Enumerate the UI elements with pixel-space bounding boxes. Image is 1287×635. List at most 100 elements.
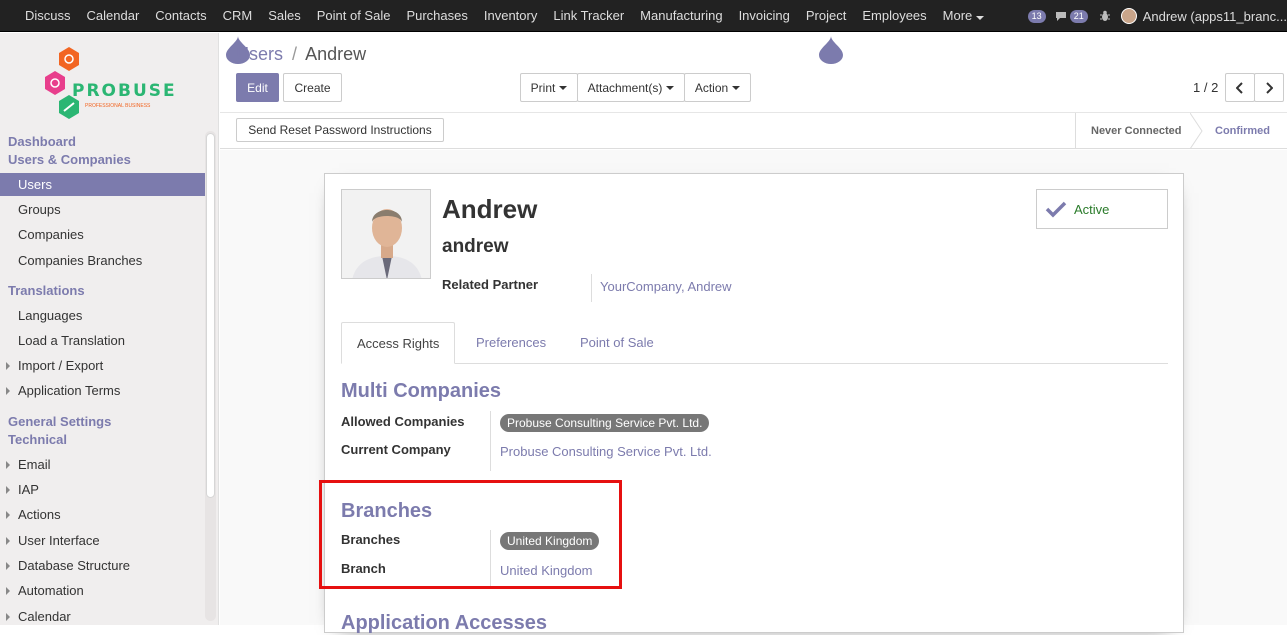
action-button[interactable]: Action [684, 73, 751, 102]
sidebar-item-label: User Interface [18, 533, 100, 548]
sidebar-technical[interactable]: Technical [8, 432, 67, 447]
form-statusbar: Send Reset Password Instructions Never C… [220, 112, 1287, 149]
sidebar-item-label: Calendar [18, 609, 71, 624]
chevron-right-icon [6, 362, 10, 370]
chevron-right-icon [6, 461, 10, 469]
user-menu[interactable]: Andrew (apps11_branc... [1120, 8, 1287, 24]
pager-previous-button[interactable] [1225, 73, 1255, 102]
sidebar-item-iap[interactable]: IAP [0, 478, 205, 501]
sidebar-item-groups[interactable]: Groups [0, 198, 205, 221]
sidebar-item-companies-branches[interactable]: Companies Branches [0, 249, 205, 272]
menu-point-of-sale[interactable]: Point of Sale [309, 0, 399, 32]
attachments-button[interactable]: Attachment(s) [577, 73, 685, 102]
active-label: Active [1074, 202, 1110, 217]
sidebar-item-automation[interactable]: Automation [0, 579, 205, 602]
user-login: andrew [442, 236, 509, 257]
sidebar-item-label: Application Terms [18, 383, 121, 398]
app-menu: Discuss Calendar Contacts CRM Sales Poin… [0, 0, 992, 32]
menu-invoicing[interactable]: Invoicing [731, 0, 798, 32]
sidebar-users-companies[interactable]: Users & Companies [8, 152, 131, 167]
menu-contacts[interactable]: Contacts [147, 0, 214, 32]
attachments-label: Attachment(s) [587, 80, 663, 95]
sidebar-item-label: Automation [18, 583, 84, 598]
sidebar-scrollbar[interactable] [205, 131, 216, 621]
create-button[interactable]: Create [283, 73, 342, 102]
sidebar-item-label: Import / Export [18, 358, 104, 373]
breadcrumb-users[interactable]: Users [236, 44, 283, 64]
sidebar-translations[interactable]: Translations [8, 283, 85, 298]
sidebar-item-users[interactable]: Users [0, 173, 205, 196]
menu-manufacturing[interactable]: Manufacturing [632, 0, 730, 32]
menu-project[interactable]: Project [798, 0, 854, 32]
chevron-left-icon [1236, 81, 1243, 94]
messages-badge[interactable]: 21 [1069, 9, 1088, 23]
avatar [1120, 8, 1137, 24]
company-logo[interactable]: PROBUSE PROFESSIONAL BUSINESS [43, 45, 183, 121]
sidebar-item-database-structure[interactable]: Database Structure [0, 554, 205, 577]
chevron-right-icon [6, 613, 10, 621]
chevron-down-icon [732, 85, 741, 90]
reset-password-button[interactable]: Send Reset Password Instructions [236, 118, 444, 142]
tab-point-of-sale[interactable]: Point of Sale [565, 322, 669, 364]
bug-icon[interactable] [1099, 10, 1111, 22]
chat-icon[interactable] [1055, 11, 1067, 22]
user-name: Andrew (apps11_branc... [1142, 8, 1287, 24]
menu-more[interactable]: More [935, 0, 993, 32]
sidebar-item-application-terms[interactable]: Application Terms [0, 379, 205, 402]
field-divider [591, 274, 592, 302]
menu-calendar[interactable]: Calendar [79, 0, 148, 32]
form-tabs: Access Rights Preferences Point of Sale [341, 322, 1168, 364]
related-partner-link[interactable]: YourCompany, Andrew [600, 279, 732, 294]
menu-link-tracker[interactable]: Link Tracker [545, 0, 632, 32]
sidebar-item-import-export[interactable]: Import / Export [0, 354, 205, 377]
edit-button[interactable]: Edit [236, 73, 279, 102]
chevron-down-icon [559, 85, 568, 90]
sidebar-dashboard[interactable]: Dashboard [8, 134, 76, 149]
chevron-right-icon [6, 511, 10, 519]
menu-crm[interactable]: CRM [215, 0, 261, 32]
menu-employees[interactable]: Employees [854, 0, 934, 32]
stage-arrow [1190, 113, 1203, 149]
chevron-right-icon [6, 562, 10, 570]
sidebar-item-load-translation[interactable]: Load a Translation [0, 329, 205, 352]
print-button[interactable]: Print [520, 73, 578, 102]
chevron-right-icon [6, 587, 10, 595]
menu-inventory[interactable]: Inventory [476, 0, 545, 32]
tab-access-rights[interactable]: Access Rights [341, 322, 456, 364]
tab-preferences[interactable]: Preferences [461, 322, 561, 364]
pager-next-button[interactable] [1254, 73, 1284, 102]
chevron-down-icon [666, 85, 675, 90]
stage-divider [1075, 113, 1076, 149]
chevron-right-icon [1266, 81, 1273, 94]
activity-badge[interactable]: 13 [1027, 9, 1046, 23]
allowed-company-tag[interactable]: Probuse Consulting Service Pvt. Ltd. [500, 414, 710, 432]
sidebar-item-email[interactable]: Email [0, 453, 205, 476]
drop-marker [817, 36, 845, 64]
pager-value[interactable]: 1 / 2 [1193, 80, 1218, 95]
sidebar-item-actions[interactable]: Actions [0, 503, 205, 526]
sidebar-item-languages[interactable]: Languages [0, 304, 205, 327]
sidebar-item-companies[interactable]: Companies [0, 223, 205, 246]
current-company-link[interactable]: Probuse Consulting Service Pvt. Ltd. [500, 444, 712, 459]
menu-sales[interactable]: Sales [260, 0, 309, 32]
sidebar-general-settings[interactable]: General Settings [8, 414, 111, 429]
sidebar-item-user-interface[interactable]: User Interface [0, 529, 205, 552]
current-company-label: Current Company [341, 442, 451, 457]
active-toggle-button[interactable]: Active [1036, 189, 1168, 229]
user-photo[interactable] [341, 189, 431, 279]
stage-confirmed[interactable]: Confirmed [1215, 113, 1270, 149]
sidebar-item-label: Actions [18, 507, 61, 522]
sidebar-item-calendar[interactable]: Calendar [0, 605, 205, 625]
chevron-down-icon [976, 15, 985, 20]
sidebar-item-label: Database Structure [18, 558, 131, 573]
menu-purchases[interactable]: Purchases [398, 0, 475, 32]
action-label: Action [694, 80, 729, 95]
chevron-right-icon [6, 486, 10, 494]
chevron-right-icon [6, 387, 10, 395]
menu-discuss[interactable]: Discuss [17, 0, 79, 32]
stage-never-connected[interactable]: Never Connected [1091, 113, 1181, 149]
scrollbar-thumb[interactable] [206, 133, 215, 498]
sidebar: PROBUSE PROFESSIONAL BUSINESS Dashboard … [0, 33, 219, 625]
menu-more-label: More [942, 7, 973, 23]
highlight-box [319, 480, 622, 589]
